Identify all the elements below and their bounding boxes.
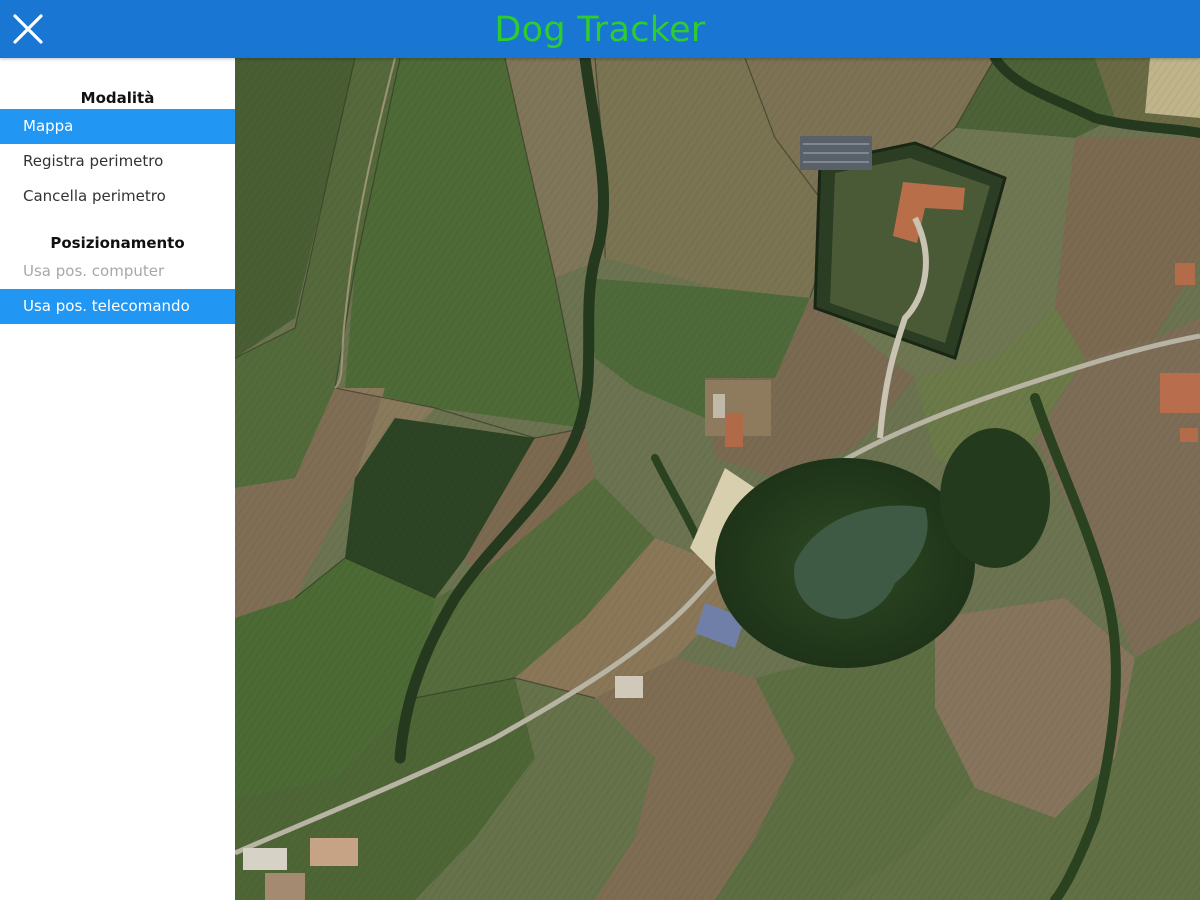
- house: [615, 676, 643, 698]
- farm-building: [725, 413, 743, 447]
- section-title-posizionamento: Posizionamento: [50, 234, 185, 252]
- app-window: Dog Tracker Modalità Mappa Registra peri…: [0, 0, 1200, 900]
- section-title-modalita: Modalità: [80, 89, 155, 107]
- close-button[interactable]: [8, 9, 48, 49]
- satellite-map[interactable]: [235, 58, 1200, 900]
- title-bar: Dog Tracker: [0, 0, 1200, 58]
- house: [1160, 373, 1200, 413]
- menu-item-usa-pos-computer[interactable]: Usa pos. computer: [0, 254, 235, 289]
- app-title: Dog Tracker: [494, 10, 706, 50]
- house: [310, 838, 358, 866]
- sidebar-menu: Modalità Mappa Registra perimetro Cancel…: [0, 58, 235, 900]
- farm-building: [713, 394, 725, 418]
- menu-item-mappa[interactable]: Mappa: [0, 109, 235, 144]
- menu-item-registra-perimetro[interactable]: Registra perimetro: [0, 144, 235, 179]
- map-imagery: [235, 58, 1200, 900]
- menu-item-usa-pos-telecomando[interactable]: Usa pos. telecomando: [0, 289, 235, 324]
- menu-item-cancella-perimetro[interactable]: Cancella perimetro: [0, 179, 235, 214]
- house: [243, 848, 287, 870]
- close-icon: [13, 14, 43, 44]
- house: [1180, 428, 1198, 442]
- house: [1175, 263, 1195, 285]
- house: [265, 873, 305, 900]
- woodland: [940, 428, 1050, 568]
